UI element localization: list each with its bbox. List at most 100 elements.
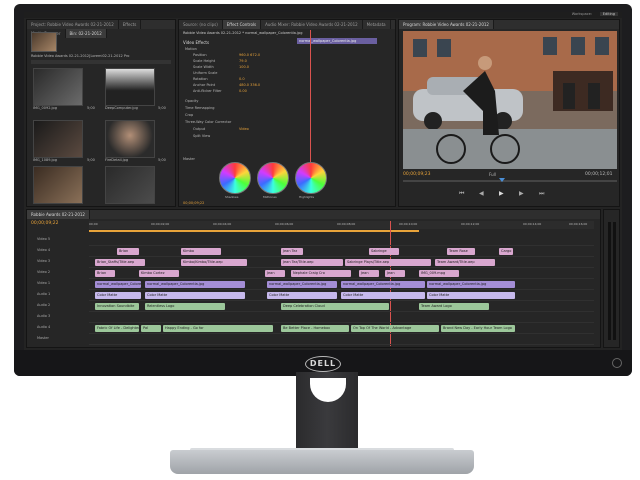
track-label[interactable]: Audio 1 <box>37 292 50 296</box>
program-scrubber[interactable] <box>403 180 617 182</box>
timeline-clip[interactable]: Happy Ending - Go for <box>163 325 273 332</box>
tab-bin[interactable]: Bin: 02-21-2012 <box>65 29 107 38</box>
timeline-clip[interactable]: Jean Tez <box>281 248 303 255</box>
timeline-clip[interactable]: Nephale Craig Cro <box>291 270 351 277</box>
track-label[interactable]: Audio 2 <box>37 303 50 307</box>
track-label[interactable]: Audio 4 <box>37 325 50 329</box>
timeline-clip[interactable]: Team Award/Title.aep <box>435 259 495 266</box>
media-thumbnail[interactable] <box>33 68 83 106</box>
media-thumbnail[interactable] <box>105 120 155 158</box>
timeline-clip[interactable]: Fabric Of Life - Delighted <box>95 325 139 332</box>
track-divider <box>89 278 594 279</box>
frame-forward-icon[interactable]: ▶ <box>519 190 524 197</box>
timeline-clip[interactable]: Jean <box>359 270 379 277</box>
timeline-clip[interactable]: IMG_009.mpg <box>419 270 459 277</box>
effect-row-label: Scale Height <box>193 59 216 63</box>
media-thumbnail[interactable] <box>105 166 155 204</box>
highlights-color-wheel[interactable] <box>295 162 327 194</box>
video-scene <box>403 31 617 169</box>
timeline-clip[interactable]: Color Matte <box>145 292 245 299</box>
video-effects-heading: Video Effects <box>183 40 210 45</box>
track-label[interactable]: Audio 3 <box>37 314 50 318</box>
monitor-stand-base <box>170 450 474 474</box>
timeline-clip[interactable]: normal_wallpaper_Colorentia.jpg <box>427 281 515 288</box>
project-search[interactable] <box>31 60 171 64</box>
timeline-clip[interactable]: Kimbo Cortez <box>139 270 179 277</box>
media-duration: 5;00 <box>158 158 166 162</box>
timeline-clip[interactable]: Innovation Soundbite <box>95 303 139 310</box>
media-thumbnail[interactable] <box>105 68 155 106</box>
timeline-clip[interactable]: Kimbo <box>181 248 221 255</box>
ruler-tick: 00;00;10;00 <box>399 222 418 226</box>
track-label[interactable]: Video 4 <box>37 248 50 252</box>
track-label[interactable]: Video 5 <box>37 237 50 241</box>
media-name: DeepComputer.jpg <box>105 106 138 110</box>
frame-back-icon[interactable]: ◀ <box>479 190 484 197</box>
timeline-clip[interactable]: Sabringe <box>369 248 399 255</box>
tab-sequence[interactable]: Robbie Awards 02-21-2012 <box>27 210 90 219</box>
timeline-clip[interactable]: Relentless Logo <box>145 303 225 310</box>
program-playhead-icon[interactable] <box>499 178 505 182</box>
workspace-label: Workspace: <box>571 12 592 16</box>
shadows-color-wheel[interactable] <box>219 162 251 194</box>
effect-row-value[interactable]: 480.0 336.0 <box>239 83 260 87</box>
play-icon[interactable]: ▶ <box>499 190 504 197</box>
step-back-icon[interactable]: ⏮ <box>459 190 464 198</box>
timeline-clip[interactable]: Brian <box>95 270 115 277</box>
ruler-tick: 00;00;02;00 <box>151 222 170 226</box>
effect-row-value[interactable]: 100.0 <box>239 65 249 69</box>
timeline-clip[interactable]: Kimbo/Kimbo/Title.aep <box>181 259 247 266</box>
dell-logo: DELL <box>305 356 341 372</box>
timeline-clip[interactable]: normal_wallpaper_Colorentia.jpg <box>267 281 337 288</box>
tab-program[interactable]: Program: Robbie Video Awards 02-21-2012 <box>399 20 494 29</box>
timeline-clip[interactable]: Jean <box>385 270 405 277</box>
timeline-clip[interactable]: normal_wallpaper_Colorentia.jpg <box>145 281 245 288</box>
timeline-clip[interactable]: Be Better Place - Homebox <box>281 325 349 332</box>
effect-row-value[interactable]: 0.00 <box>239 89 247 93</box>
track-label[interactable]: Video 2 <box>37 270 50 274</box>
tab-effects[interactable]: Effects <box>119 20 142 29</box>
tab-metadata[interactable]: Metadata <box>363 20 391 29</box>
program-duration: 00;00;12;01 <box>585 172 613 177</box>
step-forward-icon[interactable]: ⏭ <box>539 190 544 198</box>
ruler-tick: 00;00;12;00 <box>461 222 480 226</box>
media-thumbnail[interactable] <box>33 120 83 158</box>
effect-row-value[interactable]: 960.0 672.0 <box>239 53 260 57</box>
timeline-clip[interactable]: Color Matte <box>341 292 425 299</box>
timeline-clip[interactable]: normal_wallpaper_Colorentia <box>95 281 141 288</box>
time-ruler[interactable]: 00;00 00;00;02;00 00;00;04;00 00;00;06;0… <box>89 221 594 229</box>
timeline-clip[interactable]: Color Matte <box>427 292 515 299</box>
timeline-clip[interactable]: Brian_Staffs/Title.aep <box>95 259 145 266</box>
timeline-clip[interactable]: Brian <box>117 248 139 255</box>
track-label[interactable]: Master <box>37 336 49 340</box>
timeline-clip[interactable]: Deep Celebration Cloud <box>281 303 389 310</box>
tab-project[interactable]: Project: Robbie Video Awards 02-21-2012 <box>27 20 119 29</box>
timeline-clip[interactable]: Sabringe Plays/Title.aep <box>345 259 431 266</box>
timeline-clip[interactable]: Color Matte <box>95 292 141 299</box>
effect-row-value[interactable]: 79.0 <box>239 59 247 63</box>
timeline-clip[interactable]: Jean <box>265 270 285 277</box>
midtones-color-wheel[interactable] <box>257 162 289 194</box>
effect-row-value[interactable]: Video <box>239 127 249 131</box>
program-zoom-select[interactable]: Full <box>489 172 496 177</box>
tab-effect-controls[interactable]: Effect Controls <box>222 20 262 29</box>
preview-thumbnail <box>31 32 57 52</box>
effect-row-value[interactable]: 0.0 <box>239 77 245 81</box>
tab-audio-mixer[interactable]: Audio Mixer: Robbie Video Awards 02-21-2… <box>261 20 363 29</box>
power-button[interactable] <box>612 358 622 368</box>
media-thumbnail[interactable] <box>33 166 83 204</box>
timeline-clip[interactable]: Team Award Logo <box>419 303 489 310</box>
timeline-clip[interactable]: Pal <box>141 325 161 332</box>
work-area-bar[interactable] <box>89 230 419 232</box>
timeline-clip[interactable]: On Top Of The World - Advantage <box>351 325 439 332</box>
workspace-select[interactable]: Editing <box>599 12 618 16</box>
timeline-clip[interactable]: normal_wallpaper_Colorentia.jpg <box>341 281 425 288</box>
timeline-clip[interactable]: Team Rose <box>447 248 475 255</box>
track-label[interactable]: Video 1 <box>37 281 50 285</box>
track-label[interactable]: Video 3 <box>37 259 50 263</box>
timeline-clip[interactable]: Brand New Day - Early Hour Team Logo <box>441 325 515 332</box>
timeline-clip[interactable]: Cargo <box>499 248 513 255</box>
timeline-clip[interactable]: Color Matte <box>267 292 337 299</box>
tab-source[interactable]: Source: (no clips) <box>179 20 223 29</box>
timeline-clip[interactable]: Jean Tez/Title.aep <box>281 259 343 266</box>
